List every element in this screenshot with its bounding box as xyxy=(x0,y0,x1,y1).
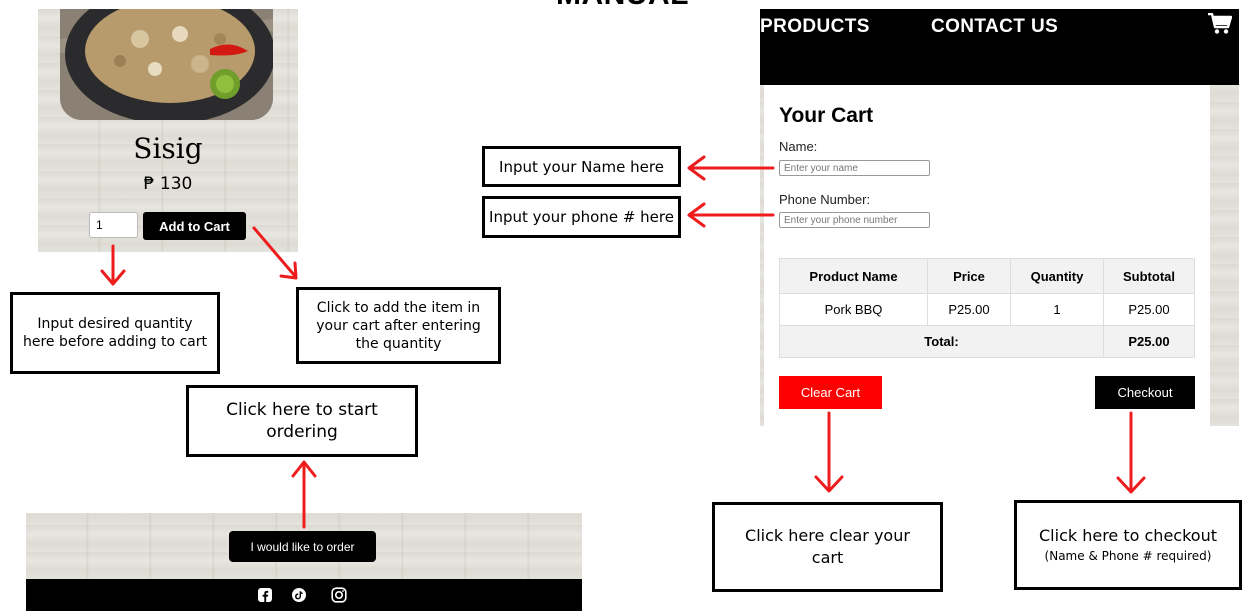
column-header: Quantity xyxy=(1010,258,1104,294)
callout-start-ordering-text: Click here to start ordering xyxy=(226,400,378,442)
total-row: Total: P25.00 xyxy=(779,325,1195,358)
phone-label: Phone Number: xyxy=(779,192,871,207)
column-header: Price xyxy=(927,258,1011,294)
cart-icon[interactable] xyxy=(1208,13,1232,35)
cart-table-header: Product Name Price Quantity Subtotal xyxy=(779,258,1195,294)
cell-product: Pork BBQ xyxy=(779,293,928,326)
table-row: Pork BBQ P25.00 1 P25.00 xyxy=(779,293,1195,326)
column-header: Subtotal xyxy=(1103,258,1195,294)
product-image xyxy=(60,9,273,120)
callout-quantity-text: Input desired quantity here before addin… xyxy=(23,316,207,350)
footer-bar xyxy=(26,579,582,611)
tiktok-icon[interactable] xyxy=(292,588,306,602)
add-to-cart-button[interactable]: Add to Cart xyxy=(143,212,246,240)
clear-cart-button[interactable]: Clear Cart xyxy=(779,376,882,409)
callout-start-ordering: Click here to start ordering xyxy=(186,385,418,457)
cart-panel xyxy=(764,85,1210,426)
name-input-placeholder: Enter your name xyxy=(784,162,858,174)
product-price: ₱ 130 xyxy=(143,174,193,194)
callout-add-to-cart: Click to add the item in your cart after… xyxy=(296,287,501,364)
callout-checkout-note: (Name & Phone # required) xyxy=(1044,549,1212,563)
name-input[interactable]: Enter your name xyxy=(779,160,930,176)
checkout-button[interactable]: Checkout xyxy=(1095,376,1195,409)
total-value: P25.00 xyxy=(1103,325,1195,358)
cart-title: Your Cart xyxy=(779,104,874,127)
callout-name: Input your Name here xyxy=(482,146,681,187)
callout-phone: Input your phone # here xyxy=(482,196,681,238)
cart-table: Product Name Price Quantity Subtotal Por… xyxy=(779,258,1195,358)
callout-clear-cart: Click here clear your cart xyxy=(712,502,943,592)
quantity-input[interactable]: 1 xyxy=(89,212,138,238)
cell-subtotal: P25.00 xyxy=(1103,293,1195,326)
cell-quantity: 1 xyxy=(1010,293,1104,326)
quantity-value: 1 xyxy=(96,218,103,232)
product-name: Sisig xyxy=(133,132,203,165)
callout-quantity: Input desired quantity here before addin… xyxy=(10,292,220,374)
page-heading: MANUAL xyxy=(556,0,689,12)
callout-checkout: Click here to checkout (Name & Phone # r… xyxy=(1014,500,1242,590)
nav-contact-link[interactable]: CONTACT US xyxy=(931,16,1058,38)
phone-input-placeholder: Enter your phone number xyxy=(784,214,898,226)
callout-clear-cart-text: Click here clear your cart xyxy=(745,526,910,567)
total-label: Total: xyxy=(779,325,1104,358)
callout-checkout-text: Click here to checkout xyxy=(1039,526,1217,545)
phone-input[interactable]: Enter your phone number xyxy=(779,212,930,228)
name-label: Name: xyxy=(779,139,818,154)
instagram-icon[interactable] xyxy=(331,587,347,603)
facebook-icon[interactable] xyxy=(258,588,272,602)
callout-phone-text: Input your phone # here xyxy=(489,208,674,226)
nav-products-link[interactable]: PRODUCTS xyxy=(760,16,870,38)
callout-add-to-cart-text: Click to add the item in your cart after… xyxy=(316,299,481,352)
order-button[interactable]: I would like to order xyxy=(229,531,376,562)
cell-price: P25.00 xyxy=(927,293,1011,326)
column-header: Product Name xyxy=(779,258,928,294)
callout-name-text: Input your Name here xyxy=(499,157,664,176)
